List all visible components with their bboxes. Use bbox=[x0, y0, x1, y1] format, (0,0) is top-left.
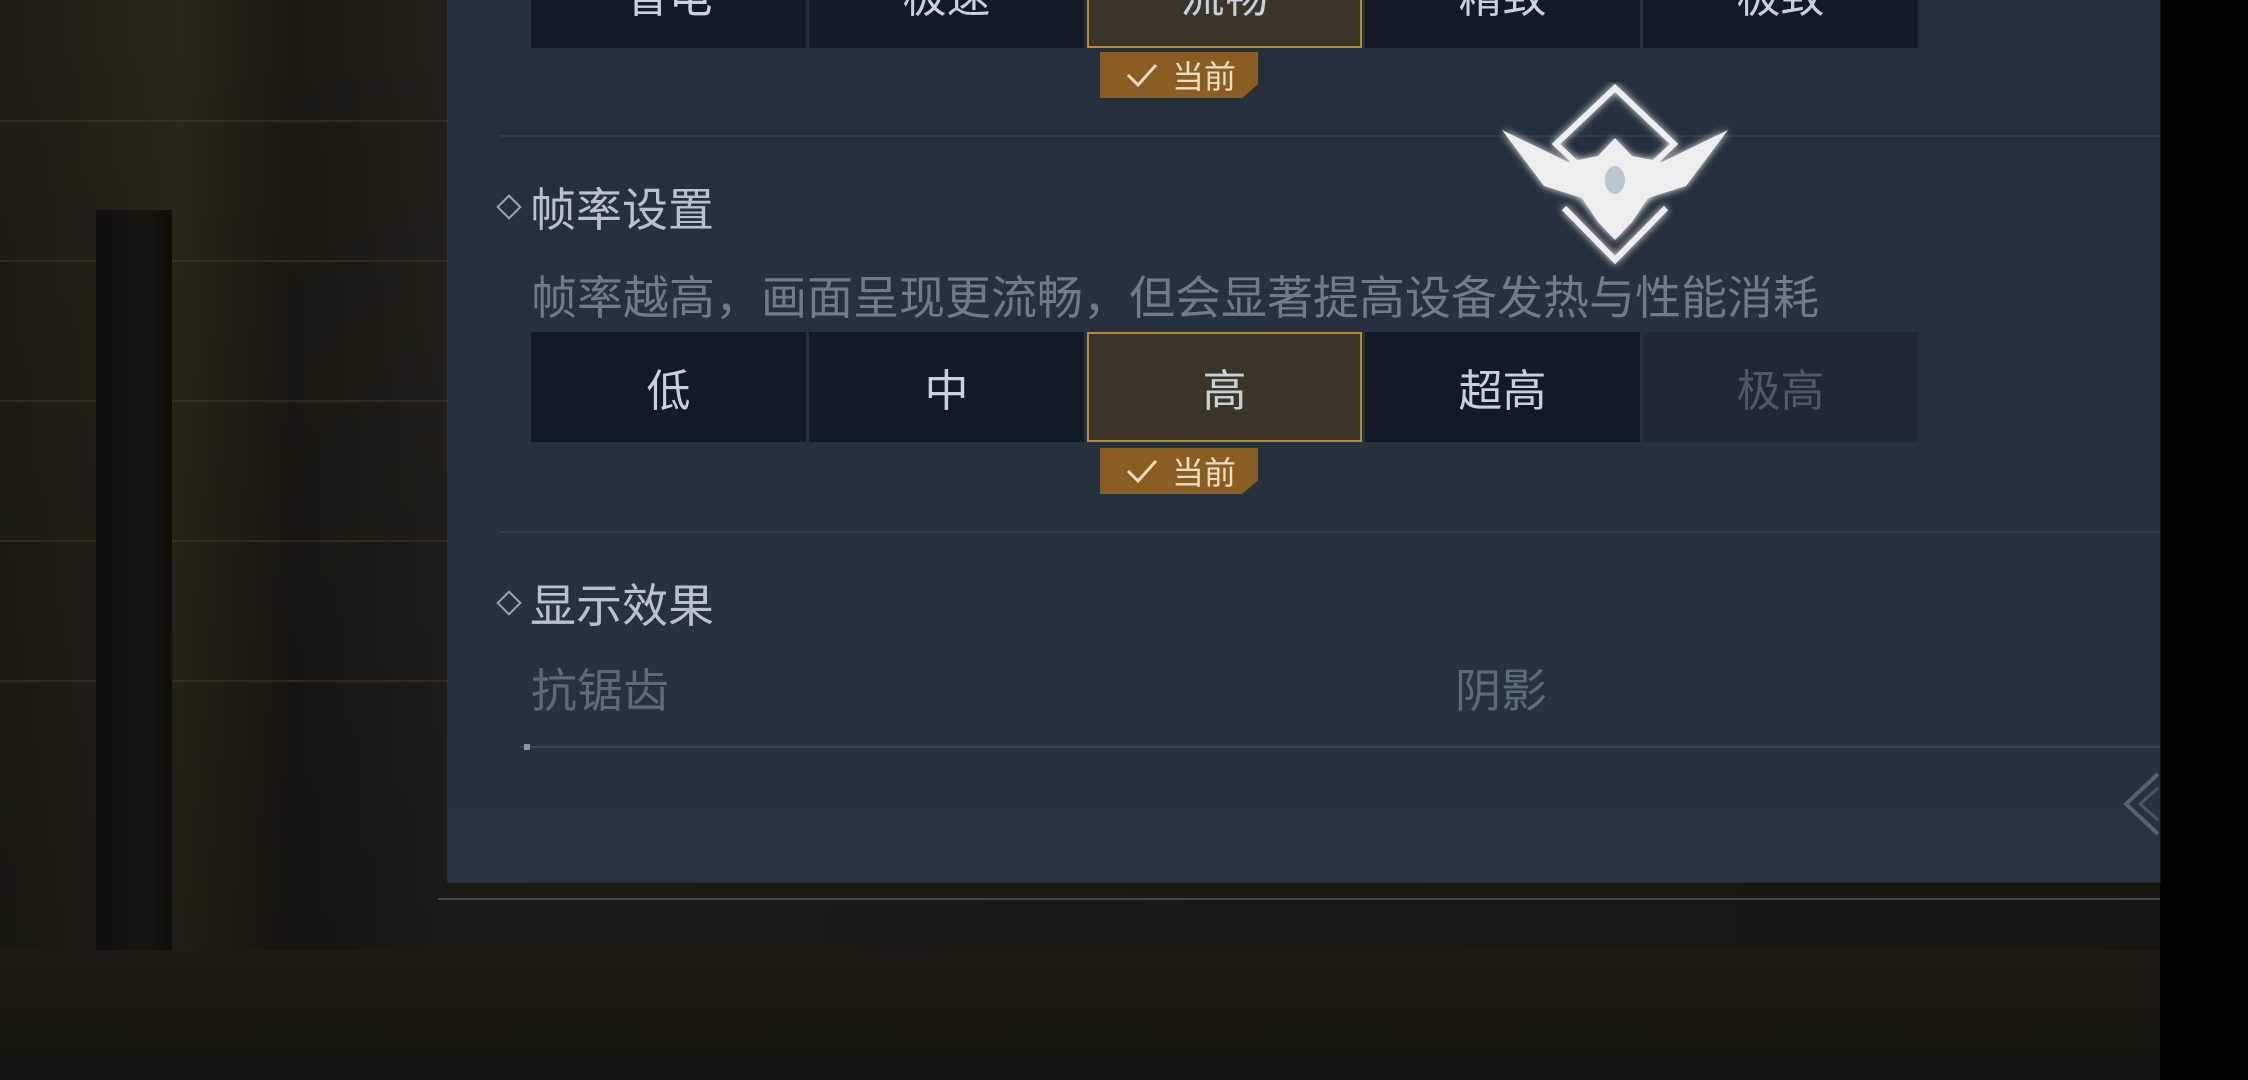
current-selection-tag: 当前 bbox=[1100, 448, 1258, 494]
frame-rate-option-low[interactable]: 低 bbox=[531, 332, 806, 442]
diamond-icon bbox=[496, 590, 522, 616]
frame-rate-option-high[interactable]: 高 bbox=[1087, 332, 1362, 442]
frame-rate-option-medium[interactable]: 中 bbox=[809, 332, 1084, 442]
slider-handle[interactable] bbox=[524, 744, 530, 750]
frame-rate-section-title: 帧率设置 bbox=[496, 174, 714, 240]
section-divider bbox=[500, 531, 2160, 533]
check-icon bbox=[1126, 63, 1158, 88]
panel-bottom-border bbox=[438, 898, 2160, 900]
background-pillar bbox=[96, 210, 172, 950]
current-tag-label: 当前 bbox=[1171, 454, 1236, 492]
frame-rate-option-ultra-high[interactable]: 超高 bbox=[1365, 332, 1640, 442]
background-plank bbox=[0, 260, 450, 262]
frame-rate-option-extreme: 极高 bbox=[1643, 332, 1918, 442]
anti-aliasing-slider-track[interactable] bbox=[522, 746, 2160, 748]
anti-aliasing-label: 抗锯齿 bbox=[531, 664, 669, 718]
frame-rate-title-text: 帧率设置 bbox=[530, 183, 714, 237]
quality-option-ultimate[interactable]: 极致 bbox=[1643, 0, 1918, 48]
section-divider bbox=[500, 135, 2160, 137]
quality-option-row: 省电 极速 流畅 精致 极致 bbox=[531, 0, 1918, 48]
eagle-emblem-icon bbox=[1502, 83, 1728, 265]
frame-rate-option-row: 低 中 高 超高 极高 bbox=[531, 332, 1918, 442]
quality-option-smooth[interactable]: 流畅 bbox=[1087, 0, 1362, 48]
background-plank bbox=[0, 400, 450, 402]
quality-option-refined[interactable]: 精致 bbox=[1365, 0, 1640, 48]
display-effects-section-title: 显示效果 bbox=[496, 570, 714, 636]
background-plank bbox=[0, 540, 450, 542]
quality-option-fast[interactable]: 极速 bbox=[809, 0, 1084, 48]
quality-option-power-saving[interactable]: 省电 bbox=[531, 0, 806, 48]
background-plank bbox=[0, 120, 450, 122]
background-plank bbox=[0, 680, 450, 682]
shadow-label: 阴影 bbox=[1455, 664, 1547, 718]
current-tag-label: 当前 bbox=[1171, 58, 1236, 96]
check-icon bbox=[1126, 459, 1158, 484]
corner-decoration-icon bbox=[2123, 772, 2160, 836]
screen-edge bbox=[2160, 0, 2248, 1080]
diamond-icon bbox=[496, 194, 522, 220]
current-selection-tag: 当前 bbox=[1100, 52, 1258, 98]
display-effects-title-text: 显示效果 bbox=[530, 579, 714, 633]
background-floor bbox=[0, 950, 2248, 1080]
